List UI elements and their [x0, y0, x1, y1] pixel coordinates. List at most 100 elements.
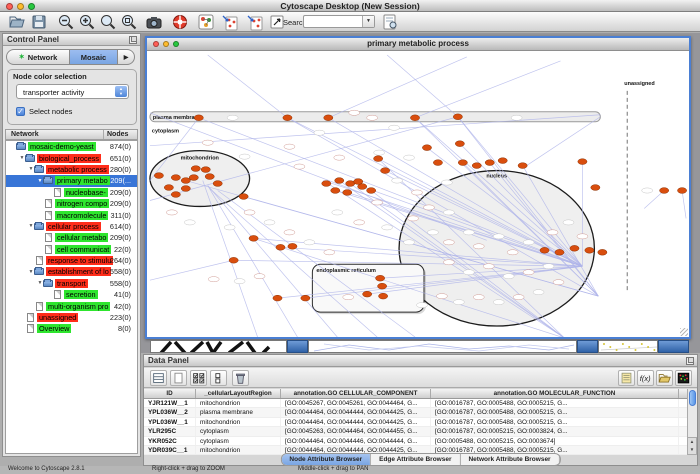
- delete-attribute-icon[interactable]: [232, 370, 249, 386]
- tree-row[interactable]: mosaic-demo-yeast874(0): [6, 141, 137, 152]
- zoom-selected-icon[interactable]: [120, 13, 138, 31]
- import-attributes-icon[interactable]: [656, 370, 673, 386]
- snapshot-camera-icon[interactable]: [145, 13, 163, 31]
- column-header[interactable]: annotation.GO MOLECULAR_FUNCTION: [431, 389, 679, 398]
- network-node[interactable]: [239, 154, 250, 159]
- background-window-fragment[interactable]: [598, 340, 658, 353]
- network-node-selected[interactable]: [324, 115, 333, 121]
- function-builder-icon[interactable]: f(x): [637, 370, 654, 386]
- network-node-selected[interactable]: [171, 192, 180, 198]
- network-node[interactable]: [423, 205, 434, 210]
- network-node-selected[interactable]: [301, 295, 310, 301]
- network-node-selected[interactable]: [410, 115, 419, 121]
- network-node-selected[interactable]: [288, 243, 297, 249]
- tree-row[interactable]: cell communicat22(0): [6, 244, 137, 255]
- background-window-fragment[interactable]: [150, 340, 287, 353]
- network-node[interactable]: [404, 240, 415, 245]
- network-node[interactable]: [547, 230, 558, 235]
- network-node[interactable]: [354, 220, 365, 225]
- network-node[interactable]: [553, 280, 564, 285]
- layout-network-icon[interactable]: [221, 13, 239, 31]
- help-ring-icon[interactable]: [171, 13, 189, 31]
- network-node-selected[interactable]: [518, 163, 527, 169]
- network-node-selected[interactable]: [677, 188, 686, 194]
- zoom-fit-icon[interactable]: [99, 13, 117, 31]
- network-node-selected[interactable]: [194, 115, 203, 121]
- network-node-selected[interactable]: [376, 275, 385, 281]
- network-node[interactable]: [563, 220, 574, 225]
- vizmapper-icon[interactable]: [197, 13, 215, 31]
- zoom-out-icon[interactable]: [57, 13, 75, 31]
- network-node[interactable]: [389, 125, 400, 130]
- network-node[interactable]: [202, 140, 213, 145]
- tree-row[interactable]: nitrogen compo209(0): [6, 198, 137, 209]
- tree-row[interactable]: response to stimulu264(0): [6, 255, 137, 266]
- save-icon[interactable]: [30, 13, 48, 31]
- network-node[interactable]: [493, 300, 504, 305]
- network-node[interactable]: [533, 290, 544, 295]
- search-input[interactable]: ▼: [303, 15, 375, 28]
- network-node[interactable]: [374, 150, 385, 155]
- network-node[interactable]: [523, 270, 534, 275]
- network-node[interactable]: [473, 244, 484, 249]
- network-node-selected[interactable]: [354, 179, 363, 185]
- network-node[interactable]: [513, 295, 524, 300]
- network-node-selected[interactable]: [585, 247, 594, 253]
- network-node[interactable]: [372, 200, 383, 205]
- table-scrollbar[interactable]: ▲▼: [687, 389, 697, 455]
- network-node-selected[interactable]: [276, 244, 285, 250]
- unselect-attributes-icon[interactable]: [210, 370, 227, 386]
- network-node[interactable]: [166, 210, 177, 215]
- network-node-selected[interactable]: [343, 190, 352, 196]
- tree-row[interactable]: ▼primary metabo209(...: [6, 175, 137, 186]
- scrollbar-thumb[interactable]: [689, 390, 696, 406]
- network-node[interactable]: [483, 264, 494, 269]
- network-node[interactable]: [284, 144, 295, 149]
- tree-row[interactable]: ▼establishment of lo558(0): [6, 266, 137, 277]
- network-node-selected[interactable]: [201, 167, 210, 173]
- network-node[interactable]: [227, 115, 238, 120]
- network-node[interactable]: [443, 210, 454, 215]
- tree-row[interactable]: macromolecule311(0): [6, 209, 137, 220]
- network-node[interactable]: [244, 210, 255, 215]
- network-node-selected[interactable]: [229, 257, 238, 263]
- network-node[interactable]: [334, 155, 345, 160]
- network-node-selected[interactable]: [189, 175, 198, 181]
- network-node-selected[interactable]: [191, 166, 200, 172]
- network-node[interactable]: [324, 250, 335, 255]
- background-window-fragment[interactable]: [658, 340, 689, 353]
- network-node[interactable]: [304, 240, 315, 245]
- table-row[interactable]: YPL036W__1mitochondrion[GO:0044464, GO:0…: [144, 418, 689, 427]
- network-node[interactable]: [493, 234, 504, 239]
- network-node-selected[interactable]: [433, 160, 442, 166]
- attribute-table-icon[interactable]: [150, 370, 167, 386]
- network-node-selected[interactable]: [381, 168, 390, 174]
- network-node[interactable]: [332, 210, 343, 215]
- tree-row[interactable]: nucleobase-209(0): [6, 187, 137, 198]
- network-node-selected[interactable]: [181, 178, 190, 184]
- network-node-selected[interactable]: [598, 249, 607, 255]
- network-node-selected[interactable]: [374, 156, 383, 162]
- network-node-selected[interactable]: [335, 178, 344, 184]
- network-node-selected[interactable]: [555, 249, 564, 255]
- network-node[interactable]: [234, 279, 245, 284]
- network-node[interactable]: [349, 110, 360, 115]
- network-node[interactable]: [343, 295, 354, 300]
- network-node[interactable]: [254, 274, 265, 279]
- network-node-selected[interactable]: [164, 185, 173, 191]
- network-node[interactable]: [523, 240, 534, 245]
- network-node-selected[interactable]: [181, 186, 190, 192]
- network-node[interactable]: [543, 264, 554, 269]
- table-row[interactable]: YLR295Ccytoplasm[GO:0045263, GO:0044464,…: [144, 427, 689, 436]
- network-node-selected[interactable]: [422, 145, 431, 151]
- search-dropdown-arrow[interactable]: ▼: [362, 16, 374, 27]
- table-row[interactable]: YKR052Ccytoplasm[GO:0044464, GO:0044446,…: [144, 437, 689, 446]
- network-node-selected[interactable]: [591, 185, 600, 191]
- network-node[interactable]: [284, 230, 295, 235]
- network-node[interactable]: [463, 230, 474, 235]
- network-node[interactable]: [507, 250, 518, 255]
- network-node-selected[interactable]: [213, 181, 222, 187]
- tree-row[interactable]: ▼biological_process651(0): [6, 152, 137, 163]
- network-node-selected[interactable]: [363, 291, 372, 297]
- tree-row[interactable]: unassigned223(0): [6, 312, 137, 323]
